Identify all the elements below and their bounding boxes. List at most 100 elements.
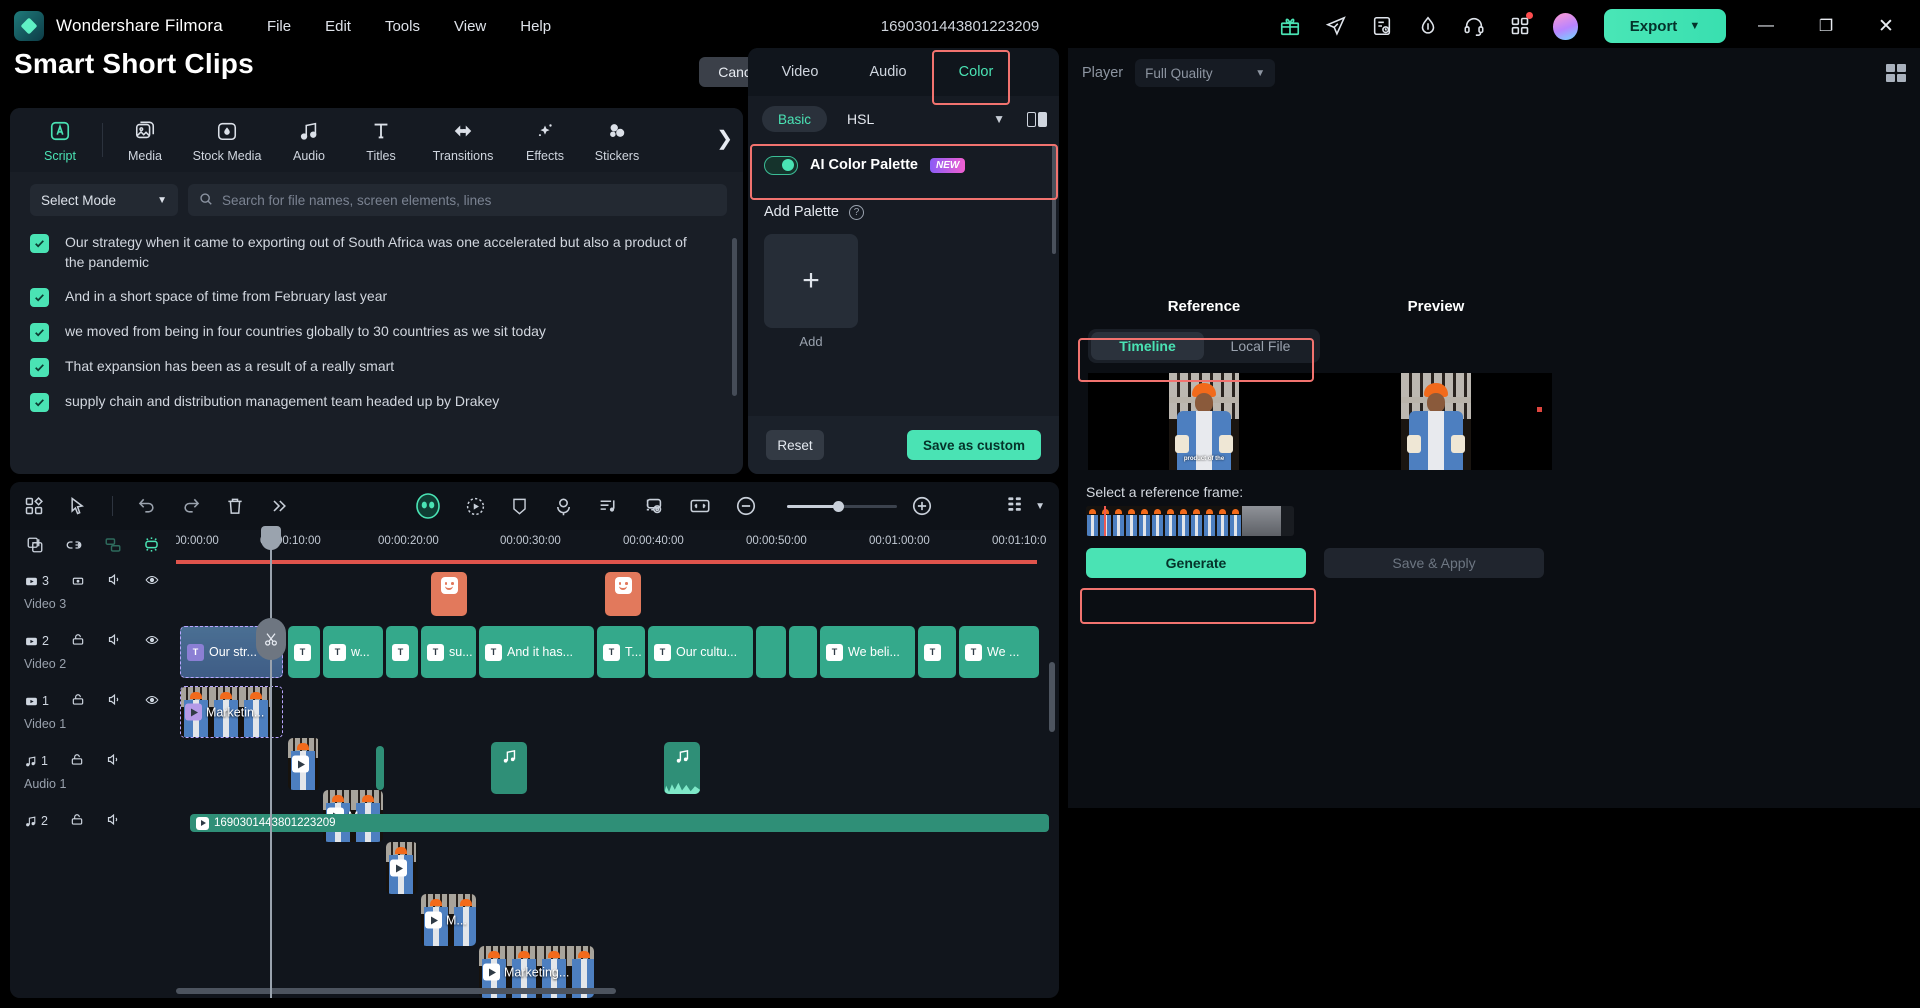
checkbox-checked-icon[interactable] [30, 393, 49, 412]
audio-waveform-clip[interactable] [664, 776, 700, 794]
menu-view[interactable]: View [454, 18, 486, 35]
question-icon[interactable]: ? [848, 204, 864, 220]
voiceover-icon[interactable] [553, 496, 574, 517]
lock-icon[interactable] [70, 813, 84, 830]
dropdown-icon[interactable]: ▼ [1035, 501, 1045, 512]
delete-icon[interactable] [225, 496, 245, 516]
add-palette-button[interactable]: + [764, 234, 858, 328]
keyframe-icon[interactable] [643, 495, 665, 517]
restore-button[interactable]: ❐ [1806, 9, 1846, 43]
menu-edit[interactable]: Edit [325, 18, 351, 35]
sidebar-item-transitions[interactable]: Transitions [417, 118, 509, 163]
add-track-icon[interactable] [26, 536, 44, 559]
close-button[interactable]: ✕ [1866, 9, 1906, 43]
audio-track-clip[interactable]: 1690301443801223209 [190, 814, 1049, 832]
menu-help[interactable]: Help [520, 18, 551, 35]
checkbox-checked-icon[interactable] [30, 288, 49, 307]
generate-button[interactable]: Generate [1086, 548, 1306, 578]
checkbox-checked-icon[interactable] [30, 358, 49, 377]
checkbox-checked-icon[interactable] [30, 323, 49, 342]
tab-video[interactable]: Video [756, 57, 844, 87]
list-item[interactable]: And in a short space of time from Februa… [30, 286, 727, 307]
sidebar-item-media[interactable]: Media [109, 118, 181, 163]
select-tool-icon[interactable] [68, 496, 88, 516]
list-item[interactable]: Our strategy when it came to exporting o… [30, 232, 727, 272]
headset-icon[interactable] [1461, 13, 1487, 39]
chevron-right-icon[interactable]: ❯ [716, 126, 733, 151]
auto-beat-icon[interactable] [598, 496, 619, 517]
mute-icon[interactable] [107, 572, 122, 590]
more-icon[interactable] [269, 496, 289, 516]
eye-icon[interactable] [144, 693, 160, 710]
menu-tools[interactable]: Tools [385, 18, 420, 35]
sidebar-item-stock-media[interactable]: Stock Media [181, 118, 273, 163]
table-row[interactable]: T [386, 626, 418, 678]
table-row[interactable]: T T... [597, 626, 645, 678]
table-row[interactable] [789, 626, 817, 678]
sticker-clip[interactable] [431, 572, 467, 616]
link-icon[interactable] [64, 536, 84, 559]
eye-icon[interactable] [144, 573, 160, 590]
list-item[interactable]: supply chain and distribution management… [30, 391, 727, 412]
checkbox-checked-icon[interactable] [30, 234, 49, 253]
fit-timeline-icon[interactable] [689, 495, 711, 517]
sidebar-item-script[interactable]: Script [24, 118, 96, 163]
zoom-slider[interactable] [787, 500, 897, 512]
undo-icon[interactable] [137, 496, 157, 516]
table-row[interactable] [756, 626, 786, 678]
split-scissor-icon[interactable] [256, 618, 286, 660]
sidebar-item-titles[interactable]: Titles [345, 118, 417, 163]
tab-timeline[interactable]: Timeline [1091, 332, 1204, 360]
templates-icon[interactable] [24, 496, 44, 516]
note-history-icon[interactable] [1369, 13, 1395, 39]
auto-highlight-icon[interactable] [142, 535, 161, 559]
mute-icon[interactable] [107, 632, 122, 650]
sidebar-item-audio[interactable]: Audio [273, 118, 345, 163]
chevron-down-icon[interactable]: ▼ [993, 112, 1005, 126]
timeline-ruler[interactable]: 00:00:00 00:00:10:00 00:00:20:00 00:00:3… [174, 530, 1059, 564]
split-compare-icon[interactable] [1027, 111, 1047, 127]
reset-button[interactable]: Reset [766, 430, 824, 460]
eye-icon[interactable] [144, 633, 160, 650]
zoom-out-icon[interactable] [735, 495, 757, 517]
sidebar-item-effects[interactable]: Effects [509, 118, 581, 163]
search-box[interactable]: Search for file names, screen elements, … [188, 184, 727, 216]
table-row[interactable]: Tsu... [421, 626, 476, 678]
mute-icon[interactable] [106, 812, 121, 830]
layout-grid-icon[interactable] [1886, 64, 1906, 82]
timeline-vertical-scrollbar[interactable] [1049, 662, 1055, 732]
minimize-button[interactable]: — [1746, 9, 1786, 43]
table-row[interactable]: Tw... [323, 626, 383, 678]
table-row[interactable] [386, 842, 418, 894]
table-row[interactable]: T We beli... [820, 626, 915, 678]
hsl-select-value[interactable]: HSL [847, 111, 874, 127]
redo-icon[interactable] [181, 496, 201, 516]
lock-icon[interactable] [71, 693, 85, 710]
motion-tracking-icon[interactable] [465, 496, 486, 517]
quality-dropdown[interactable]: Full Quality ▼ [1135, 59, 1276, 87]
grid-view-icon[interactable] [1005, 494, 1025, 519]
color-panel-scrollbar[interactable] [1052, 144, 1056, 254]
reference-filmstrip[interactable] [1086, 506, 1294, 536]
table-row[interactable]: Marketin... [180, 686, 283, 738]
lock-icon[interactable] [71, 633, 85, 650]
list-item[interactable]: That expansion has been as a result of a… [30, 356, 727, 377]
basic-mode-pill[interactable]: Basic [762, 106, 828, 132]
timeline-horizontal-scrollbar[interactable] [176, 988, 616, 994]
music-clip[interactable] [491, 742, 527, 794]
export-button[interactable]: Export ▼ [1604, 9, 1726, 43]
drop-icon[interactable] [1415, 13, 1441, 39]
music-clip[interactable] [376, 746, 384, 790]
save-as-custom-button[interactable]: Save as custom [906, 430, 1041, 460]
mute-icon[interactable] [106, 752, 121, 770]
tab-local-file[interactable]: Local File [1204, 332, 1317, 360]
tab-color[interactable]: Color [932, 57, 1020, 87]
ai-mask-icon[interactable] [415, 493, 441, 519]
menu-file[interactable]: File [267, 18, 291, 35]
script-scrollbar[interactable] [732, 238, 737, 396]
sidebar-item-stickers[interactable]: Stickers [581, 118, 653, 163]
ai-color-palette-toggle[interactable] [764, 155, 798, 175]
apps-grid-icon[interactable] [1507, 12, 1533, 39]
avatar[interactable] [1553, 12, 1578, 40]
zoom-in-icon[interactable] [911, 495, 933, 517]
